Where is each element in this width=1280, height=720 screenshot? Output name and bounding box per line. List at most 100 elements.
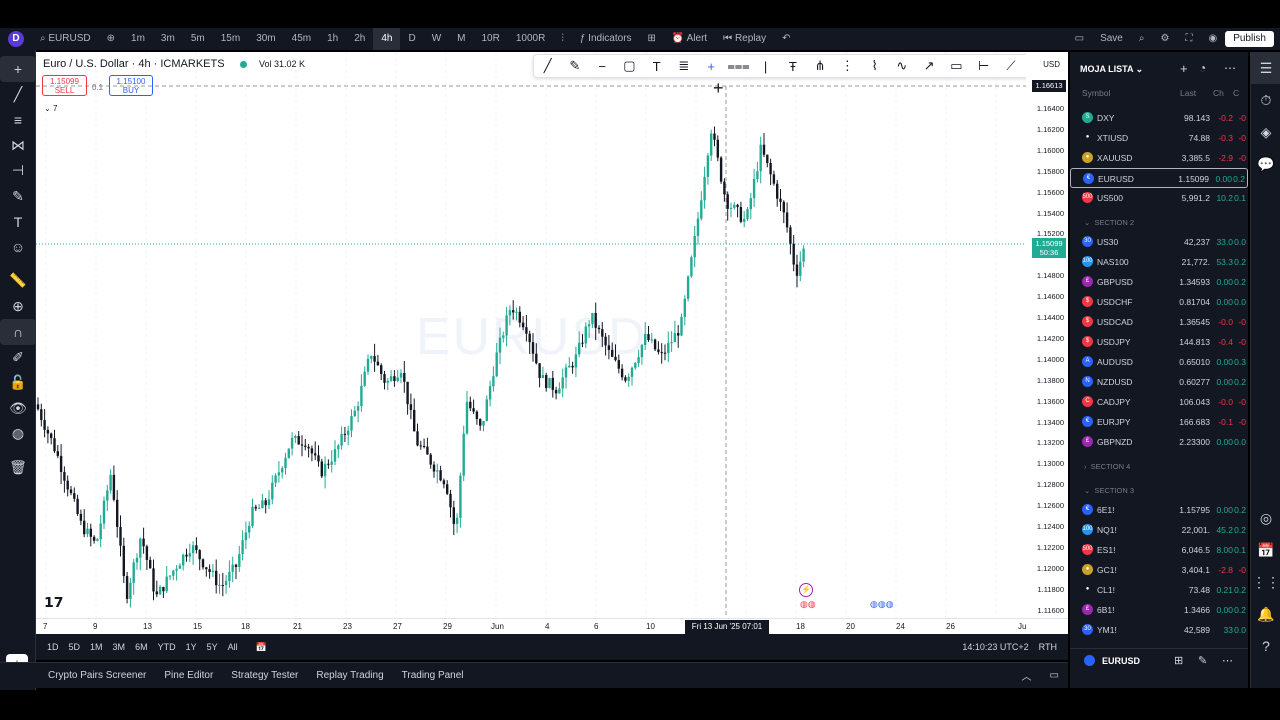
layout-icon[interactable]: ▭ [1067,28,1092,50]
textline-icon[interactable]: Ŧ [782,59,804,74]
watchlist-row-cadjpy[interactable]: C CADJPY 106.043 -0.0 -0 [1070,392,1248,412]
currency-label[interactable]: USD [1043,60,1060,69]
range-1m[interactable]: 1M [85,642,108,652]
interval-3m[interactable]: 3m [153,28,183,50]
watchlist-row-eurjpy[interactable]: € EURJPY 166.683 -0.1 -0 [1070,412,1248,432]
symbol-search[interactable]: ⌕ EURUSD [32,28,99,50]
search-icon[interactable]: ⌕ [1131,28,1153,50]
pen-icon[interactable]: ✎ [564,58,586,74]
alert-button[interactable]: ⏰ Alert [664,28,715,50]
indicators-button[interactable]: ƒ Indicators [572,28,640,50]
settings-icon[interactable]: ⚙ [1152,28,1177,50]
economic-events-icon[interactable]: ◍◍◍ [870,599,910,613]
object-tree-icon[interactable]: ◍ [0,421,36,447]
trash-icon[interactable]: 🗑 [0,455,36,481]
price-plot[interactable]: + [36,52,1026,618]
brush-tool-icon[interactable]: ⌇ [864,58,886,74]
target-icon[interactable]: ◎ [1251,502,1280,534]
session-label[interactable]: RTH [1034,642,1062,652]
range-icon[interactable]: ⊢ [973,58,995,74]
range-ytd[interactable]: YTD [153,642,181,652]
crosshair-icon[interactable]: + [0,56,36,82]
arrow-icon[interactable]: ↗ [918,58,940,74]
collapse-panel-icon[interactable]: ︿ [1013,668,1041,683]
watchlist-row-ym1[interactable]: 30 YM1! 42,589 33 0.0 [1070,620,1248,640]
more-options-icon[interactable]: ⋯ [1224,61,1236,75]
watchlist-icon[interactable]: ☰ [1251,52,1280,84]
watchlist-row-dxy[interactable]: S DXY 98.143 -0.2 -0 [1070,108,1248,128]
tradingview-logo[interactable]: 𝟭𝟳 [44,594,63,611]
slash-icon[interactable]: ⟋ [1000,58,1022,74]
add-symbol-icon[interactable]: ⊕ [99,28,123,50]
channel-icon[interactable]: ⩶ [727,58,749,74]
layers-icon[interactable]: ◈ [1251,116,1280,148]
interval-2h[interactable]: 2h [346,28,373,50]
range-5y[interactable]: 5Y [202,642,223,652]
watchlist-title[interactable]: MOJA LISTA ⌄ [1080,64,1143,75]
col-last[interactable]: Last [1180,88,1196,98]
interval-1m[interactable]: 1m [123,28,153,50]
rectangle-icon[interactable]: ▢ [618,58,640,74]
chat-icon[interactable]: 💬 [1251,148,1280,180]
interval-1000r[interactable]: 1000R [508,28,553,50]
watchlist-row-usdcad[interactable]: $ USDCAD 1.36545 -0.0 -0 [1070,312,1248,332]
interval-30m[interactable]: 30m [248,28,283,50]
publish-button[interactable]: Publish [1225,31,1274,47]
watchlist-row-nas100[interactable]: 100 NAS100 21,772. 53.3 0.2 [1070,252,1248,272]
watchlist-row-us500[interactable]: 500 US500 5,991.2 10.2 0.1 [1070,188,1248,208]
watchlist-row-6e1[interactable]: €6E1! 1.15795 0.00 0.2 [1070,500,1248,520]
add-symbol-watchlist-icon[interactable]: + [1180,61,1188,76]
watchlist-row-6b1[interactable]: £6B1! 1.3466 0.00 0.2 [1070,600,1248,620]
hline-icon[interactable]: − [591,59,613,74]
col-ch[interactable]: Ch [1213,88,1224,98]
magnet-icon[interactable]: ∩ [0,319,36,345]
interval-m[interactable]: M [449,28,473,50]
watchlist-row-nzdusd[interactable]: N NZDUSD 0.60277 0.00 0.2 [1070,372,1248,392]
range-all[interactable]: All [223,642,243,652]
user-avatar[interactable]: D [8,31,24,47]
watchlist-row-cl1[interactable]: ● CL1! 73.48 0.21 0.2 [1070,580,1248,600]
lines-icon[interactable]: ≣ [673,58,695,74]
details-more-icon[interactable]: ⋯ [1222,654,1233,667]
chart-pane[interactable]: EURUSD + Euro / U.S. Dollar · 4h · ICMAR… [36,52,1068,634]
interval-10r[interactable]: 10R [474,28,508,50]
interval-d[interactable]: D [400,28,423,50]
watchlist-row-us30[interactable]: 30 US30 42,237 33.0 0.0 [1070,232,1248,252]
tab-replay-trading[interactable]: Replay Trading [307,670,392,681]
grid-icon[interactable]: ⊞ [1174,654,1183,667]
tab-crypto-pairs-screener[interactable]: Crypto Pairs Screener [39,670,155,681]
maximize-panel-icon[interactable]: ▭ [1041,670,1068,681]
watchlist-row-gbpnzd[interactable]: £ GBPNZD 2.23300 0.00 0.0 [1070,432,1248,452]
lock-icon[interactable]: 🔓 [0,370,36,396]
templates-icon[interactable]: ⊞ [640,28,664,50]
watchlist-row-nq1[interactable]: 100 NQ1! 22,001. 45.2 0.2 [1070,520,1248,540]
text-tool-icon[interactable]: T [646,59,668,74]
range-1d[interactable]: 1D [42,642,64,652]
legend-title[interactable]: Euro / U.S. Dollar · 4h · ICMARKETS [43,58,225,70]
clock-label[interactable]: 14:10:23 UTC+2 [957,642,1033,652]
range-1y[interactable]: 1Y [181,642,202,652]
zoom-icon[interactable]: ⊕ [0,294,36,320]
lightning-event-icon[interactable]: ⚡ [799,583,813,597]
vline-icon[interactable]: | [755,59,777,74]
calendar-icon[interactable]: 📅 [1251,534,1280,566]
undo-icon[interactable]: ↶ [774,28,798,50]
buy-button[interactable]: 1.15100 BUY [109,75,153,96]
fullscreen-icon[interactable]: ⛶ [1177,28,1200,50]
watchlist-row-audusd[interactable]: A AUDUSD 0.65010 0.00 0.3 [1070,352,1248,372]
alerts-clock-icon[interactable]: ⏱ [1251,84,1280,116]
range-6m[interactable]: 6M [130,642,153,652]
col-chp[interactable]: C [1233,88,1239,98]
section-4-header[interactable]: › SECTION 4 [1084,462,1234,471]
brush-icon[interactable]: ✎ [0,184,36,210]
tab-trading-panel[interactable]: Trading Panel [393,670,473,681]
watchlist-row-usdchf[interactable]: $ USDCHF 0.81704 0.00 0.0 [1070,292,1248,312]
apps-grid-icon[interactable]: ⋮⋮ [1251,566,1280,598]
chart-type-icon[interactable]: ⫶ [553,28,572,50]
indicator-toggle[interactable]: ⌄ 7 [44,104,57,113]
stay-drawing-icon[interactable]: ✐ [0,345,36,371]
watchlist-row-es1[interactable]: 500 ES1! 6,046.5 8.00 0.1 [1070,540,1248,560]
range-5d[interactable]: 5D [64,642,86,652]
watchlist-row-gbpusd[interactable]: £ GBPUSD 1.34593 0.00 0.2 [1070,272,1248,292]
volume-legend[interactable]: Vol 31.02 K [259,59,305,69]
